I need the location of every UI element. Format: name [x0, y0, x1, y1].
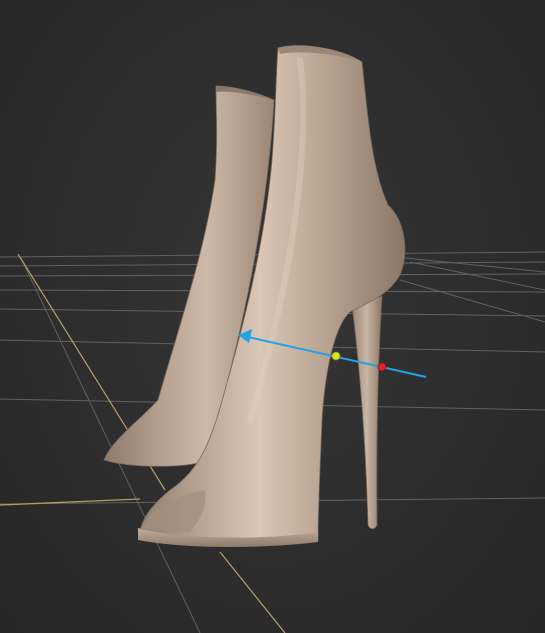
axis-line — [0, 498, 141, 506]
axis-line — [219, 551, 286, 633]
grid-line — [409, 261, 545, 291]
heel-spike — [351, 295, 383, 530]
grid-line — [399, 279, 545, 323]
gizmo-end-handle[interactable] — [377, 362, 387, 372]
viewport-canvas[interactable] — [0, 0, 545, 633]
3d-viewport[interactable] — [0, 0, 545, 633]
front-boot-heel[interactable] — [351, 295, 383, 530]
gizmo-start-handle[interactable] — [331, 351, 341, 361]
